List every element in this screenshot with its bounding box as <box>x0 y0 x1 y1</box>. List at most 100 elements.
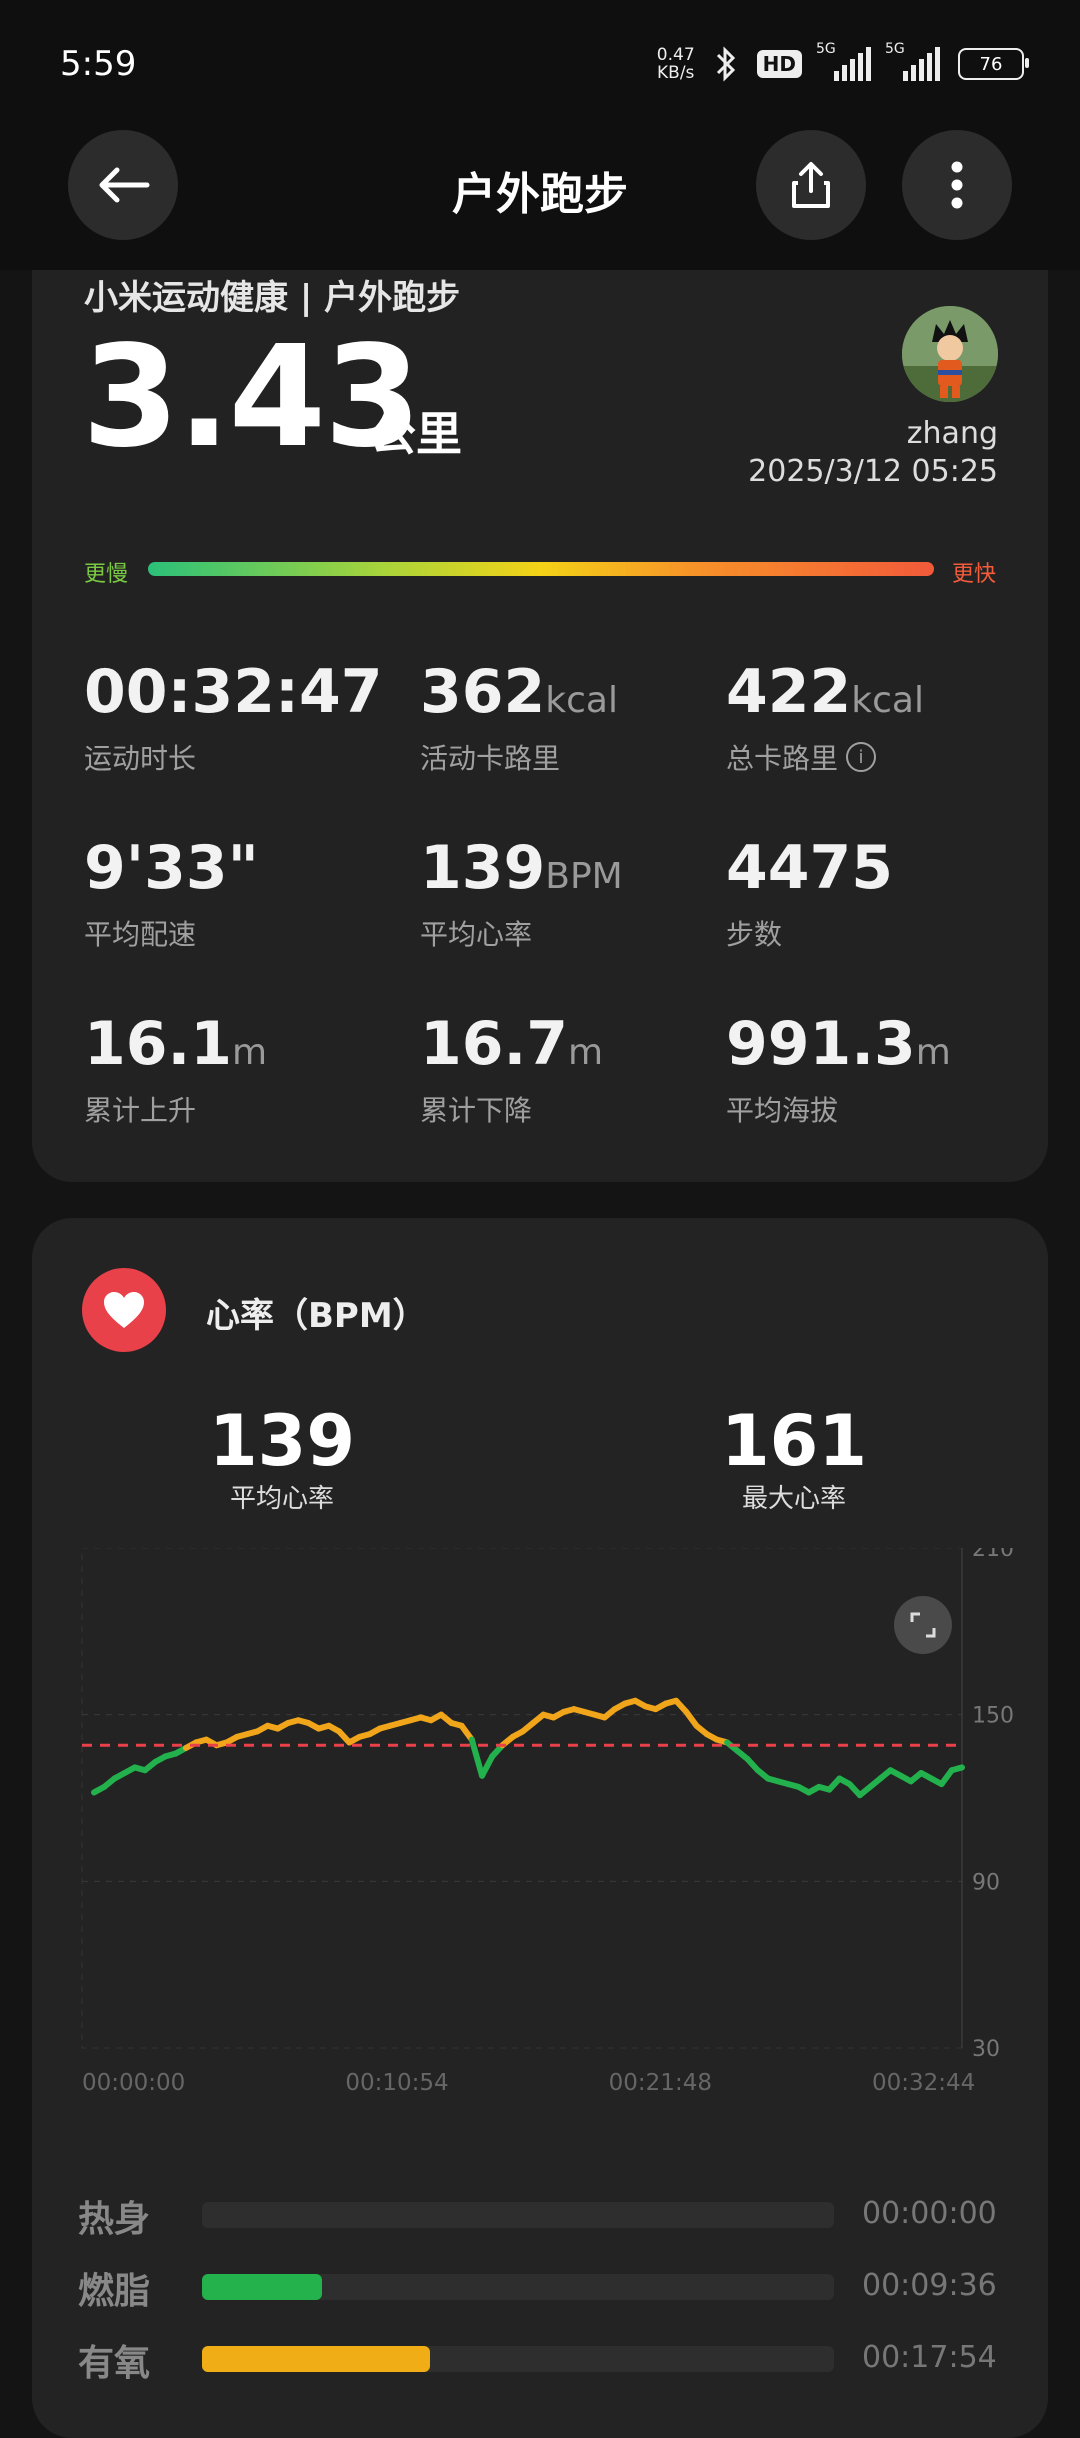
expand-chart-button[interactable] <box>894 1596 952 1654</box>
zone-time: 00:00:00 <box>862 2196 997 2231</box>
metric-unit: m <box>915 1032 951 1073</box>
heart-rate-card: 心率（BPM） 139 平均心率 161 最大心率 210 150 90 30 00:0… <box>32 1218 1048 2438</box>
network-speed: 0.47 KB/s <box>657 46 695 82</box>
heart-rate-chart: 210 150 90 30 00:00:00 00:10:54 00:21:48 00:32:… <box>81 1548 1014 2096</box>
metric-label: 运动时长 <box>84 742 197 775</box>
metric-label: 总卡路里 <box>726 742 839 775</box>
status-bar: 5:59 0.47 KB/s HD 5G 5G 76 <box>0 0 1080 130</box>
signal-1-label: 5G <box>816 41 836 57</box>
metric-avg-heart-rate: 139BPM 平均心率 <box>420 836 623 953</box>
max-heart-rate-value: 161 <box>720 1400 868 1482</box>
share-icon <box>792 162 830 208</box>
metric-label: 活动卡路里 <box>420 742 561 775</box>
bluetooth-icon <box>716 46 735 82</box>
username: zhang <box>906 416 998 451</box>
metric-label: 平均心率 <box>420 918 533 951</box>
metric-label: 累计下降 <box>420 1094 533 1127</box>
zone-row-fat-burn: 燃脂 00:09:36 <box>78 2256 1008 2316</box>
metric-avg-pace: 9'33" 平均配速 <box>84 836 259 953</box>
hd-voice-badge: HD <box>756 50 802 78</box>
workout-datetime: 2025/3/12 05:25 <box>748 454 998 489</box>
avg-heart-rate-label: 平均心率 <box>229 1484 334 1514</box>
hr-line-segment <box>948 1764 965 1774</box>
signal-strength-2-icon: 5G <box>885 41 940 81</box>
metric-unit: m <box>568 1032 604 1073</box>
zone-name: 燃脂 <box>78 2271 151 2312</box>
metric-value: 16.1 <box>84 1009 233 1079</box>
metric-value: 362 <box>420 657 546 727</box>
pace-scale-faster-label: 更快 <box>951 562 996 587</box>
zone-time: 00:17:54 <box>862 2340 997 2375</box>
avg-heart-rate: 139 平均心率 <box>172 1404 392 1515</box>
heart-icon-badge <box>82 1268 166 1352</box>
signal-2-label: 5G <box>885 41 905 57</box>
distance-unit: 公里 <box>370 407 462 461</box>
metric-total-calories: 422kcal 总卡路里 i <box>726 660 924 777</box>
battery-level: 76 <box>979 53 1003 75</box>
avg-heart-rate-value: 139 <box>208 1400 356 1482</box>
hr-line-segment <box>479 1753 496 1779</box>
metric-steps: 4475 步数 <box>726 836 893 953</box>
y-tick-label: 150 <box>972 1704 1014 1729</box>
metric-unit: kcal <box>851 680 924 721</box>
metric-label: 平均海拔 <box>726 1094 839 1127</box>
metric-value: 139 <box>420 833 546 903</box>
expand-icon <box>910 1612 936 1638</box>
metric-descent: 16.7m 累计下降 <box>420 1012 603 1129</box>
x-tick-label: 00:00:00 <box>82 2070 185 2096</box>
zone-name: 有氧 <box>78 2343 151 2384</box>
y-tick-label: 90 <box>972 1870 1000 1895</box>
x-tick-label: 00:21:48 <box>609 2070 712 2096</box>
zone-time: 00:09:36 <box>862 2268 997 2303</box>
metric-unit: BPM <box>545 856 623 897</box>
metric-avg-altitude: 991.3m 平均海拔 <box>726 1012 951 1129</box>
metric-value: 9'33" <box>84 833 259 903</box>
y-tick-label: 30 <box>972 2037 1000 2062</box>
metric-label: 平均配速 <box>84 918 197 951</box>
zone-track <box>202 2346 834 2372</box>
zone-track <box>202 2202 834 2228</box>
metric-active-calories: 362kcal 活动卡路里 <box>420 660 618 777</box>
max-heart-rate-label: 最大心率 <box>741 1484 846 1514</box>
more-options-button[interactable] <box>902 130 1012 240</box>
y-tick-label: 210 <box>972 1548 1014 1562</box>
zone-row-warmup: 热身 00:00:00 <box>78 2184 1008 2244</box>
signal-strength-1-icon: 5G <box>816 41 871 81</box>
pace-gradient-bar <box>148 562 934 576</box>
pace-scale-slower-label: 更慢 <box>84 562 129 587</box>
metric-value: 991.3 <box>726 1009 916 1079</box>
metric-ascent: 16.1m 累计上升 <box>84 1012 267 1129</box>
workout-summary-card: 小米运动健康 | 户外跑步 3.43 公里 zhang 2025/3/12 05… <box>32 270 1048 1182</box>
zone-track <box>202 2274 834 2300</box>
metric-unit: m <box>232 1032 268 1073</box>
metric-label: 累计上升 <box>84 1094 197 1127</box>
x-tick-label: 00:32:44 <box>872 2070 975 2096</box>
heart-icon <box>104 1292 144 1328</box>
metric-value: 422 <box>726 657 852 727</box>
workout-source: 小米运动健康 | 户外跑步 <box>84 278 461 318</box>
avatar[interactable] <box>902 306 998 402</box>
share-button[interactable] <box>756 130 866 240</box>
metric-label: 步数 <box>726 918 783 951</box>
more-vertical-icon <box>951 161 963 209</box>
zone-name: 热身 <box>78 2199 151 2240</box>
status-icons: 0.47 KB/s HD 5G 5G 76 <box>657 36 1029 92</box>
metric-value: 00:32:47 <box>84 657 383 727</box>
metric-duration: 00:32:47 运动时长 <box>84 660 382 777</box>
zone-row-aerobic: 有氧 00:17:54 <box>78 2328 1008 2388</box>
chart-frame <box>81 1548 963 2049</box>
network-speed-value: 0.47 <box>656 45 695 65</box>
network-speed-unit: KB/s <box>657 63 695 83</box>
clock: 5:59 <box>60 44 137 84</box>
avatar-image <box>902 306 998 402</box>
app-bar: 户外跑步 <box>0 130 1080 270</box>
metric-unit: kcal <box>545 680 618 721</box>
max-heart-rate: 161 最大心率 <box>684 1404 904 1515</box>
x-tick-label: 00:10:54 <box>345 2070 448 2096</box>
heart-rate-title: 心率（BPM） <box>206 1296 427 1336</box>
distance-value: 3.43 <box>82 316 421 479</box>
metric-value: 4475 <box>726 833 893 903</box>
zone-fill <box>202 2274 323 2300</box>
info-icon[interactable]: i <box>846 742 877 772</box>
zone-fill <box>202 2346 430 2372</box>
